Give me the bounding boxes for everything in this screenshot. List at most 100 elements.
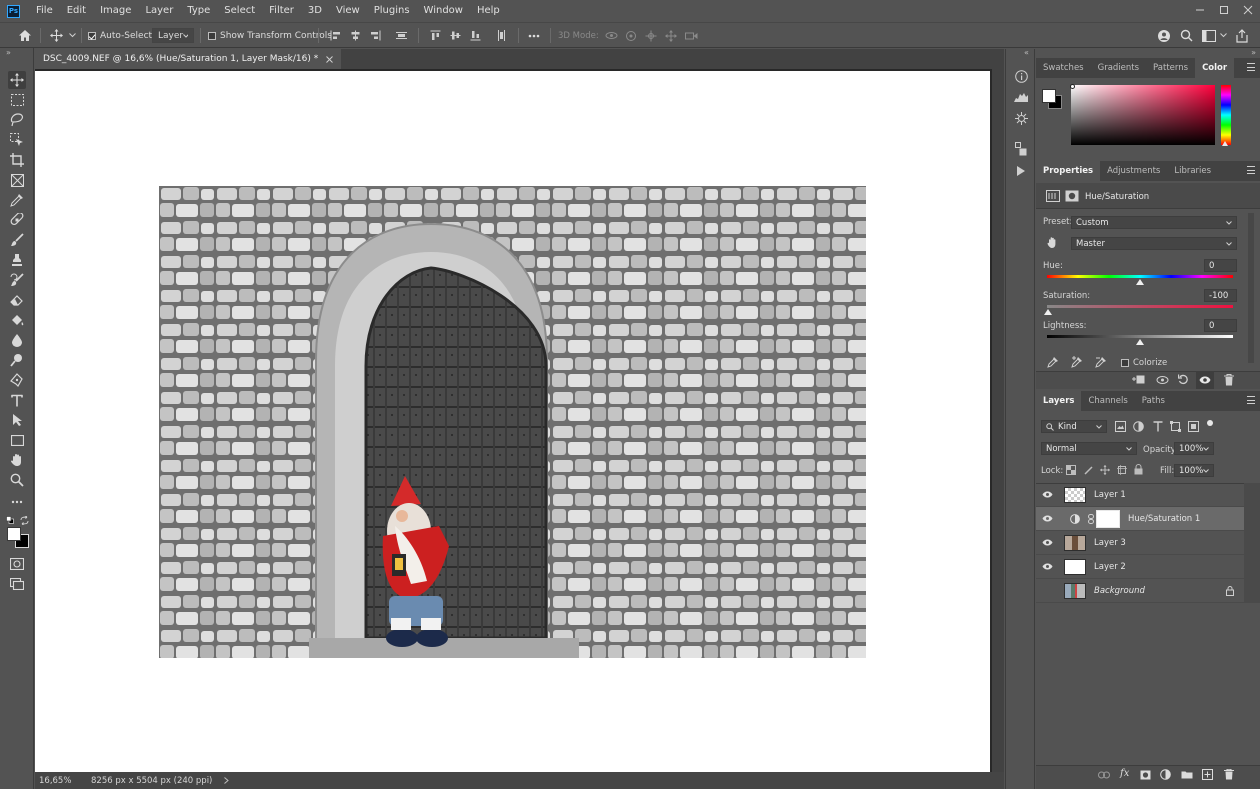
link-layers-icon[interactable] — [1098, 771, 1110, 779]
minimize-icon[interactable] — [1188, 0, 1212, 20]
foreground-color-swatch[interactable] — [7, 527, 21, 541]
filter-type-layers-icon[interactable] — [1153, 421, 1163, 432]
opacity-field[interactable]: 100% — [1174, 442, 1214, 455]
menu-type[interactable]: Type — [180, 0, 217, 22]
new-layer-icon[interactable] — [1202, 769, 1213, 780]
home-icon[interactable] — [16, 23, 34, 48]
saturation-value-field[interactable]: -100 — [1204, 289, 1237, 302]
rectangle-tool-icon[interactable] — [8, 431, 26, 449]
tab-patterns[interactable]: Patterns — [1146, 58, 1195, 78]
menu-plugins[interactable]: Plugins — [367, 0, 417, 22]
view-previous-state-icon[interactable] — [1156, 375, 1169, 385]
tool-preset-chevron-down-icon[interactable] — [67, 23, 77, 48]
color-field[interactable] — [1071, 85, 1215, 145]
menu-view[interactable]: View — [329, 0, 367, 22]
object-selection-tool-icon[interactable] — [8, 131, 26, 149]
collapse-panels-icon[interactable]: » — [1251, 48, 1256, 57]
lightness-track[interactable] — [1047, 335, 1233, 338]
mask-link-icon[interactable] — [1086, 513, 1096, 524]
frame-tool-icon[interactable] — [8, 171, 26, 189]
saturation-slider-thumb[interactable] — [1044, 309, 1052, 315]
move-tool-icon[interactable] — [8, 71, 26, 89]
collapse-toolbar-icon[interactable]: » — [6, 48, 11, 57]
navigator-icon[interactable] — [1012, 109, 1030, 127]
menu-select[interactable]: Select — [217, 0, 262, 22]
quick-mask-icon[interactable] — [8, 555, 26, 573]
hue-slider[interactable] — [1221, 85, 1231, 145]
more-options-icon[interactable] — [526, 23, 542, 48]
layer-visibility-eye-icon[interactable] — [1036, 563, 1058, 570]
eyedropper-tool-icon[interactable] — [8, 191, 26, 209]
close-icon[interactable] — [1236, 0, 1260, 20]
path-selection-tool-icon[interactable] — [8, 411, 26, 429]
targeted-adjustment-hand-icon[interactable] — [1047, 236, 1059, 249]
delete-layer-trash-icon[interactable] — [1224, 769, 1234, 780]
default-colors-icon[interactable] — [6, 516, 14, 524]
show-transform-check-icon[interactable] — [208, 31, 216, 40]
document-photo[interactable] — [159, 186, 866, 658]
filter-smart-objects-icon[interactable] — [1188, 421, 1199, 432]
tab-paths[interactable]: Paths — [1135, 391, 1172, 411]
blend-mode-dropdown[interactable]: Normal — [1041, 442, 1137, 455]
delete-adjustment-trash-icon[interactable] — [1224, 374, 1234, 386]
distribute-horizontal-icon[interactable] — [394, 23, 408, 48]
align-bottom-icon[interactable] — [468, 23, 482, 48]
layer-mask-thumbnail[interactable] — [1096, 509, 1120, 528]
layer-visibility-eye-icon[interactable] — [1036, 515, 1058, 522]
edit-toolbar-icon[interactable] — [8, 493, 26, 511]
colorize-check-icon[interactable] — [1121, 359, 1129, 367]
histogram-icon[interactable] — [1012, 88, 1030, 106]
3d-slide-icon[interactable] — [664, 23, 678, 48]
colorize-checkbox[interactable]: Colorize — [1121, 358, 1167, 368]
align-top-icon[interactable] — [428, 23, 442, 48]
collapse-dock-icon[interactable]: « — [1024, 48, 1029, 57]
pen-tool-icon[interactable] — [8, 371, 26, 389]
status-info-chevron-right-icon[interactable] — [224, 777, 230, 784]
brush-tool-icon[interactable] — [8, 231, 26, 249]
distribute-vertical-icon[interactable] — [494, 23, 508, 48]
filter-toggle-icon[interactable] — [1207, 420, 1213, 426]
vertical-scrollbar[interactable] — [992, 69, 1004, 772]
filter-adjustment-layers-icon[interactable] — [1133, 421, 1144, 432]
menu-edit[interactable]: Edit — [60, 0, 93, 22]
lock-transparent-pixels-icon[interactable] — [1066, 465, 1076, 475]
menu-file[interactable]: File — [29, 0, 60, 22]
menu-3d[interactable]: 3D — [301, 0, 329, 22]
lock-all-icon[interactable] — [1134, 464, 1143, 475]
color-picker-marker[interactable] — [1070, 84, 1075, 89]
search-icon[interactable] — [1178, 23, 1194, 48]
eraser-tool-icon[interactable] — [8, 291, 26, 309]
new-adjustment-layer-icon[interactable] — [1160, 769, 1171, 780]
add-mask-icon[interactable] — [1140, 770, 1151, 780]
tab-gradients[interactable]: Gradients — [1091, 58, 1146, 78]
layer-visibility-eye-icon[interactable] — [1036, 539, 1058, 546]
filter-pixel-layers-icon[interactable] — [1115, 421, 1126, 432]
3d-pan-icon[interactable] — [644, 23, 658, 48]
move-tool-icon[interactable] — [48, 23, 64, 48]
document-tab[interactable]: DSC_4009.NEF @ 16,6% (Hue/Saturation 1, … — [35, 49, 342, 69]
hue-slider-marker[interactable] — [1222, 141, 1228, 146]
align-left-icon[interactable] — [328, 23, 342, 48]
align-middle-icon[interactable] — [448, 23, 462, 48]
lock-image-pixels-icon[interactable] — [1084, 465, 1094, 475]
layer-row-layer-2[interactable]: Layer 2 — [1036, 555, 1244, 579]
properties-scrollbar[interactable] — [1248, 213, 1254, 363]
layer-mask-icon[interactable] — [1065, 190, 1079, 202]
zoom-tool-icon[interactable] — [8, 471, 26, 489]
clone-stamp-tool-icon[interactable] — [8, 251, 26, 269]
lightness-slider-thumb[interactable] — [1136, 339, 1144, 345]
lock-position-icon[interactable] — [1100, 465, 1110, 475]
new-group-folder-icon[interactable] — [1181, 770, 1193, 779]
lasso-tool-icon[interactable] — [8, 111, 26, 129]
eyedropper-plus-icon[interactable] — [1071, 356, 1083, 368]
workspace-icon[interactable] — [1200, 23, 1218, 48]
close-tab-icon[interactable] — [326, 55, 334, 63]
tab-channels[interactable]: Channels — [1081, 391, 1134, 411]
eyedropper-icon[interactable] — [1047, 356, 1059, 368]
align-right-icon[interactable] — [368, 23, 382, 48]
tab-color[interactable]: Color — [1195, 58, 1235, 78]
reset-adjustments-icon[interactable] — [1178, 374, 1189, 385]
layer-row-layer-3[interactable]: Layer 3 — [1036, 531, 1244, 555]
hand-tool-icon[interactable] — [8, 451, 26, 469]
info-icon[interactable] — [1012, 67, 1030, 85]
